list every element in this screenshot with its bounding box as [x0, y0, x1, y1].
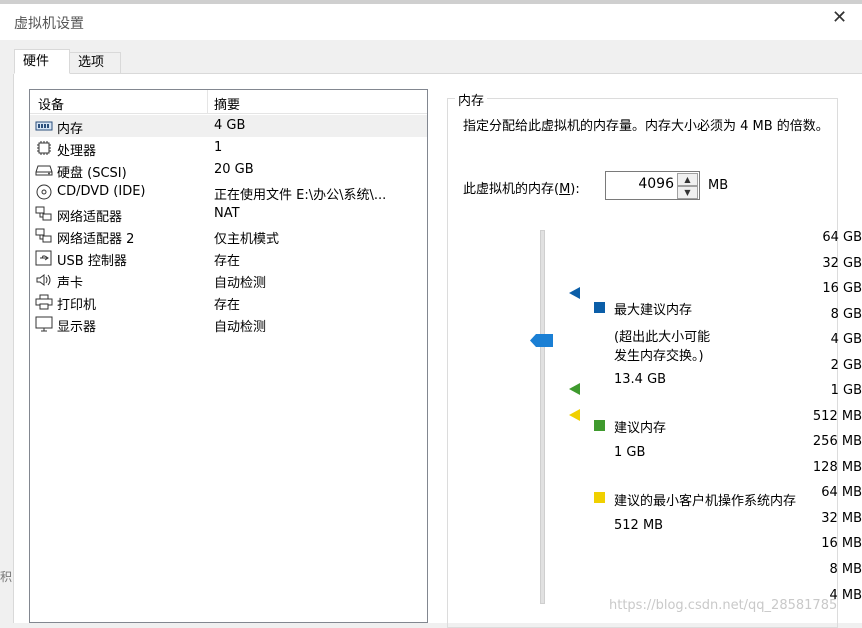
scale-tick: 16 GB: [822, 281, 862, 296]
usb-icon: [35, 250, 52, 266]
printer-icon: [35, 294, 53, 310]
device-summary: 1: [214, 140, 223, 155]
recommended-marker: [569, 383, 580, 395]
spin-up-button[interactable]: ▲: [677, 173, 698, 186]
max-recommended-swatch: [594, 302, 605, 313]
device-row-cd-dvd[interactable]: CD/DVD (IDE) 正在使用文件 E:\办公\系统\...: [30, 181, 427, 203]
max-recommended-note-line2: 发生内存交换。): [614, 349, 704, 364]
min-guest-value: 512 MB: [614, 518, 664, 533]
device-row-memory[interactable]: 内存 4 GB: [30, 115, 427, 137]
memory-input[interactable]: [610, 175, 676, 193]
recommended-value: 1 GB: [614, 445, 646, 460]
device-name: 显示器: [57, 320, 97, 335]
device-name: CD/DVD (IDE): [57, 184, 146, 199]
close-icon[interactable]: ✕: [832, 9, 847, 27]
max-recommended-note-line1: (超出此大小可能: [614, 330, 711, 345]
scale-tick: 2 GB: [830, 358, 862, 373]
device-name: 处理器: [57, 144, 97, 159]
device-summary: 正在使用文件 E:\办公\系统\...: [214, 188, 387, 203]
device-name: USB 控制器: [57, 254, 127, 269]
display-icon: [35, 316, 53, 332]
tab-hardware[interactable]: 硬件: [14, 49, 70, 74]
scale-tick: 8 MB: [829, 562, 862, 577]
scale-tick: 16 MB: [821, 536, 862, 551]
max-recommended-marker: [569, 287, 580, 299]
mnemonic-underline: M: [559, 182, 571, 197]
column-summary[interactable]: 摘要: [214, 94, 240, 113]
recommended-title: 建议内存: [614, 421, 667, 436]
device-summary: 4 GB: [214, 118, 246, 133]
scale-tick: 32 MB: [821, 511, 862, 526]
memory-icon: [35, 121, 53, 131]
memory-unit: MB: [708, 178, 729, 193]
min-guest-marker: [569, 409, 580, 421]
scale-tick: 4 GB: [830, 332, 862, 347]
network-adapter-icon: [35, 206, 52, 221]
scale-tick: 64 GB: [822, 230, 862, 245]
min-guest-title: 建议的最小客户机操作系统内存: [614, 494, 797, 509]
column-separator[interactable]: [207, 90, 208, 114]
min-guest-swatch: [594, 492, 605, 503]
window-title: 虚拟机设置: [14, 16, 84, 32]
device-summary: 20 GB: [214, 162, 254, 177]
memory-field-label: 此虚拟机的内存(M):: [463, 182, 580, 197]
device-summary: NAT: [214, 206, 240, 221]
device-list-header: 设备 摘要: [30, 90, 427, 114]
scale-tick: 256 MB: [812, 434, 862, 449]
network-adapter-icon: [35, 228, 52, 243]
device-name: 硬盘 (SCSI): [57, 166, 127, 181]
device-name: 网络适配器: [57, 210, 123, 225]
device-name: 打印机: [57, 298, 97, 313]
column-device[interactable]: 设备: [38, 94, 64, 113]
device-row-network-adapter[interactable]: 网络适配器 NAT: [30, 203, 427, 225]
spin-down-button[interactable]: ▼: [677, 186, 698, 199]
scale-tick: 1 GB: [830, 383, 862, 398]
device-row-hard-disk[interactable]: 硬盘 (SCSI) 20 GB: [30, 159, 427, 181]
tab-divider: [14, 73, 862, 74]
scale-tick: 32 GB: [822, 256, 862, 271]
background-text-fragment: 积: [0, 570, 13, 584]
cd-dvd-icon: [36, 184, 52, 200]
device-row-processor[interactable]: 处理器 1: [30, 137, 427, 159]
hard-disk-icon: [35, 165, 53, 176]
memory-group-title: 内存: [455, 90, 488, 109]
device-name: 网络适配器 2: [57, 232, 135, 247]
sound-card-icon: [36, 274, 51, 286]
device-name: 内存: [57, 122, 84, 137]
memory-description: 指定分配给此虚拟机的内存量。内存大小必须为 4 MB 的倍数。: [463, 119, 829, 134]
recommended-swatch: [594, 420, 605, 431]
watermark: https://blog.csdn.net/qq_28581785: [609, 598, 838, 613]
processor-icon: [37, 141, 51, 155]
max-recommended-value: 13.4 GB: [614, 372, 667, 387]
tab-options[interactable]: 选项: [69, 52, 121, 74]
scale-tick: 128 MB: [812, 460, 862, 475]
title-bar: [0, 4, 862, 40]
max-recommended-title: 最大建议内存: [614, 303, 693, 318]
device-name: 声卡: [57, 276, 84, 291]
